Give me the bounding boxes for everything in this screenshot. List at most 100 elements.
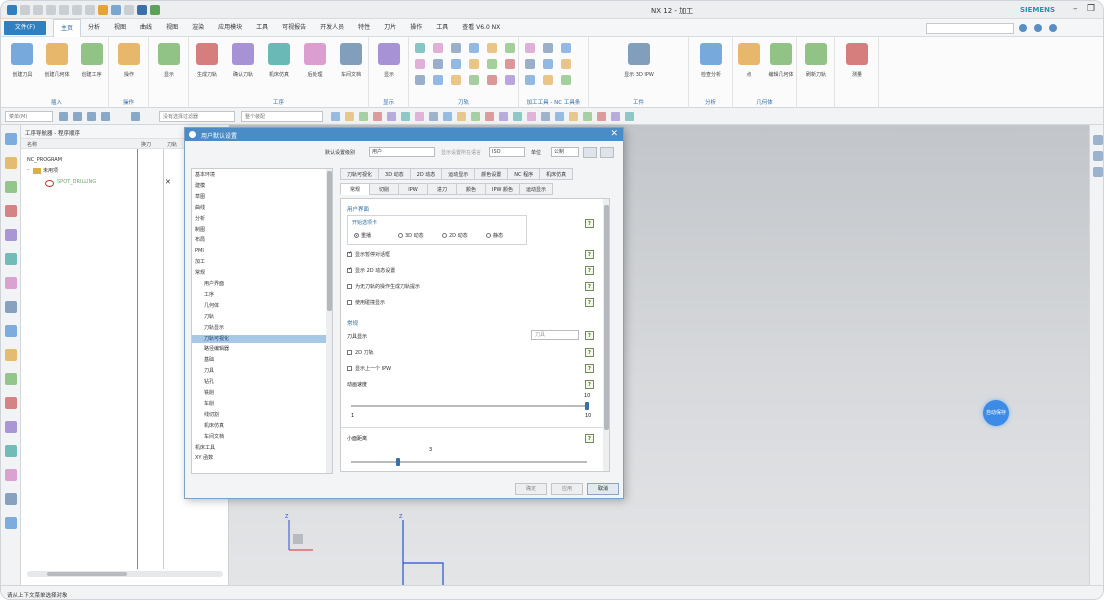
toolbar-icon[interactable] (359, 112, 368, 121)
assembly-icon[interactable] (5, 181, 17, 193)
help-icon[interactable] (1049, 24, 1057, 32)
file-menu-button[interactable]: 文件(F) (4, 21, 46, 35)
menu-tab[interactable]: 主页 (53, 19, 82, 37)
tree-item[interactable]: 刀轨可视化 (192, 334, 326, 343)
info-icon[interactable] (5, 493, 17, 505)
tree-item[interactable]: 刀具 (192, 367, 326, 375)
tree-item[interactable]: XY 函数 (192, 454, 326, 462)
redo-icon[interactable] (46, 5, 56, 15)
autosave-indicator[interactable]: 自动保存 (983, 400, 1009, 426)
ribbon-small-icon[interactable] (543, 59, 553, 69)
ribbon-button-label[interactable]: 显示 3D IPW (619, 71, 659, 78)
tree-item[interactable]: 路径编辑器 (192, 345, 326, 353)
tree-item[interactable]: 车削 (192, 400, 326, 408)
help-icon[interactable]: ? (585, 364, 594, 373)
menu-tab[interactable]: 视图 (107, 19, 133, 37)
ribbon-button-icon[interactable] (738, 43, 760, 65)
tree-item[interactable]: PMI (192, 247, 326, 255)
settings-tab[interactable]: 颜色 (456, 183, 486, 195)
ribbon-button-icon[interactable] (770, 43, 792, 65)
ribbon-button-icon[interactable] (378, 43, 400, 65)
help-icon[interactable]: ? (585, 282, 594, 291)
roles-icon[interactable] (5, 397, 17, 409)
toolbar-icon[interactable] (485, 112, 494, 121)
panel-scrollbar[interactable] (603, 199, 609, 471)
ribbon-small-icon[interactable] (469, 59, 479, 69)
search-icon[interactable] (1019, 24, 1027, 32)
import-defaults-icon[interactable] (583, 147, 597, 158)
print-icon[interactable] (5, 469, 17, 481)
ribbon-button-icon[interactable] (628, 43, 650, 65)
window-options-icon[interactable] (1034, 24, 1042, 32)
tree-item[interactable]: 机床仿真 (192, 422, 326, 430)
tree-item[interactable]: 基本环境 (192, 171, 326, 179)
menu-tab[interactable]: 可视报告 (275, 19, 313, 37)
ribbon-small-icon[interactable] (525, 75, 535, 85)
ribbon-button-label[interactable]: 测量 (837, 71, 877, 78)
ribbon-small-icon[interactable] (433, 43, 443, 53)
settings-tab[interactable]: 进刀 (427, 183, 457, 195)
ribbon-small-icon[interactable] (433, 59, 443, 69)
menu-tab[interactable]: 开发人员 (313, 19, 351, 37)
nx-logo-icon[interactable] (7, 5, 17, 15)
ok-button[interactable]: 确定 (515, 483, 547, 495)
menu-tab[interactable]: 分析 (81, 19, 107, 37)
tree-item[interactable]: 用户界面 (192, 280, 326, 288)
ribbon-small-icon[interactable] (561, 43, 571, 53)
settings-tab[interactable]: 颜色设置 (474, 168, 509, 180)
ribbon-small-icon[interactable] (561, 75, 571, 85)
ribbon-button-icon[interactable] (158, 43, 180, 65)
ribbon-button-label[interactable]: 操作 (109, 71, 149, 78)
save-icon[interactable] (20, 5, 30, 15)
ribbon-small-icon[interactable] (505, 59, 515, 69)
window-icon[interactable] (124, 5, 134, 15)
help-icon[interactable]: ? (585, 434, 594, 443)
ribbon-small-icon[interactable] (487, 75, 497, 85)
ribbon-small-icon[interactable] (505, 75, 515, 85)
toolbar-icon[interactable] (387, 112, 396, 121)
tree-item[interactable]: 机床工具 (192, 444, 326, 452)
settings-tab[interactable]: IPW (398, 183, 428, 195)
ribbon-small-icon[interactable] (415, 75, 425, 85)
copy-icon[interactable] (72, 5, 82, 15)
tree-item[interactable]: 分析 (192, 215, 326, 223)
reuse-icon[interactable] (5, 325, 17, 337)
navigator-horizontal-scrollbar[interactable] (27, 571, 223, 577)
tree-item[interactable]: 刀轨显示 (192, 324, 326, 332)
help-icon[interactable]: ? (585, 250, 594, 259)
help-icon[interactable]: ? (585, 298, 594, 307)
menu-tab[interactable]: 应用模块 (211, 19, 249, 37)
layer-icon[interactable] (1093, 167, 1103, 177)
menu-tab[interactable]: 操作 (403, 19, 429, 37)
settings-tab[interactable]: 常规 (340, 183, 370, 195)
facet-distance-thumb[interactable] (396, 458, 401, 466)
point-icon[interactable] (101, 112, 110, 121)
toolbar-icon[interactable] (457, 112, 466, 121)
ribbon-small-icon[interactable] (525, 59, 535, 69)
tree-item[interactable]: 制图 (192, 226, 326, 234)
toolbar-icon[interactable] (569, 112, 578, 121)
filter-icon[interactable] (87, 112, 96, 121)
start-option-radio[interactable]: 3D 动态 (398, 232, 424, 239)
ribbon-small-icon[interactable] (451, 59, 461, 69)
ribbon-button-icon[interactable] (196, 43, 218, 65)
defaults-level-select[interactable]: 用户 (369, 147, 435, 157)
facet-distance-slider[interactable] (351, 461, 587, 463)
apply-button[interactable]: 应用 (551, 483, 583, 495)
ribbon-button-label[interactable]: 生成刀轨 (187, 71, 227, 78)
setting-checkbox[interactable]: 为无刀轨的操作生成刀轨提示 (347, 283, 420, 290)
ribbon-button-label[interactable]: 确认刀轨 (223, 71, 263, 78)
toolbar-icon[interactable] (555, 112, 564, 121)
ribbon-small-icon[interactable] (415, 43, 425, 53)
ribbon-button-icon[interactable] (805, 43, 827, 65)
settings-tab[interactable]: 刀轨可视化 (340, 168, 380, 180)
ribbon-button-icon[interactable] (118, 43, 140, 65)
ribbon-button-icon[interactable] (700, 43, 722, 65)
toolbar-icon[interactable] (373, 112, 382, 121)
ribbon-small-icon[interactable] (469, 75, 479, 85)
toolbar-icon[interactable] (527, 112, 536, 121)
ribbon-small-icon[interactable] (451, 75, 461, 85)
setting-checkbox[interactable]: 显示暂停对话框 (347, 250, 390, 258)
toolbar-icon[interactable] (471, 112, 480, 121)
help-icon[interactable]: ? (585, 331, 594, 340)
